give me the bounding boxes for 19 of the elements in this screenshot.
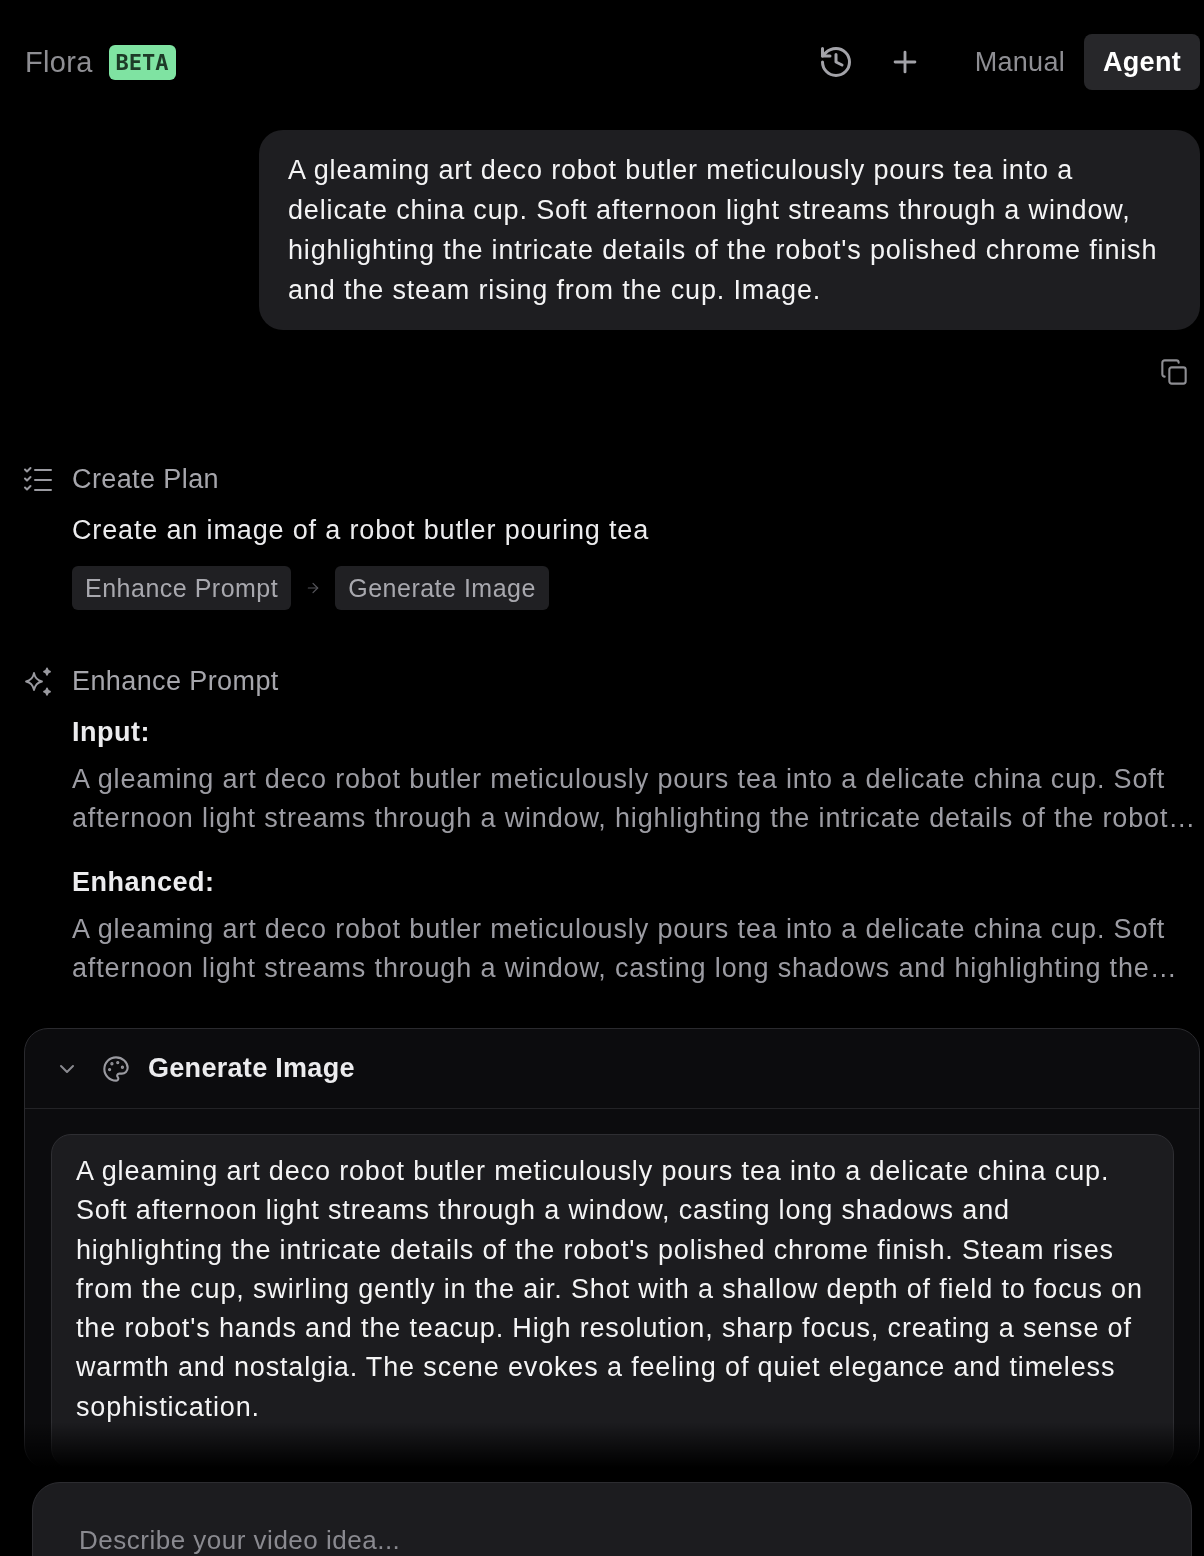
brand-name: Flora xyxy=(25,45,93,79)
mode-tab[interactable]: Agent xyxy=(1084,34,1200,90)
copy-icon[interactable] xyxy=(1160,358,1188,386)
user-message: A gleaming art deco robot butler meticulously pours tea into a delicate china cup. Soft afternoon light streams through a window, highlighting the intricate details of the robot's polished chrome finish and the steam rising from the cup. Image. xyxy=(259,130,1200,330)
field-label: Enhanced: xyxy=(72,866,216,899)
step-title: Enhance Prompt xyxy=(72,665,280,698)
sparkles-icon xyxy=(23,666,53,697)
plan-description: Create an image of a robot butler pouring tea xyxy=(72,514,651,547)
prompt-text: A gleaming art deco robot butler meticulously pours tea into a delicate china cup. Soft afternoon light streams through a window, casting long shadows and highlighting the… xyxy=(72,913,1179,985)
palette-icon xyxy=(102,1054,130,1083)
plan-step-chip: Enhance Prompt xyxy=(72,566,292,610)
prompt-text: A gleaming art deco robot butler meticulously pours tea into a delicate china cup. Soft afternoon light streams through a window, highlighting the intricate details of the robot… xyxy=(72,763,1198,835)
plan-step-chip: Generate Image xyxy=(335,566,549,610)
step-title: Create Plan xyxy=(72,463,220,496)
field-label: Input: xyxy=(72,716,151,749)
card-title: Generate Image xyxy=(148,1053,355,1084)
mode-tab[interactable]: Manual xyxy=(955,34,1084,90)
prompt-input-field[interactable]: Describe your video idea... xyxy=(32,1482,1192,1556)
beta-badge: BETA xyxy=(108,44,176,80)
